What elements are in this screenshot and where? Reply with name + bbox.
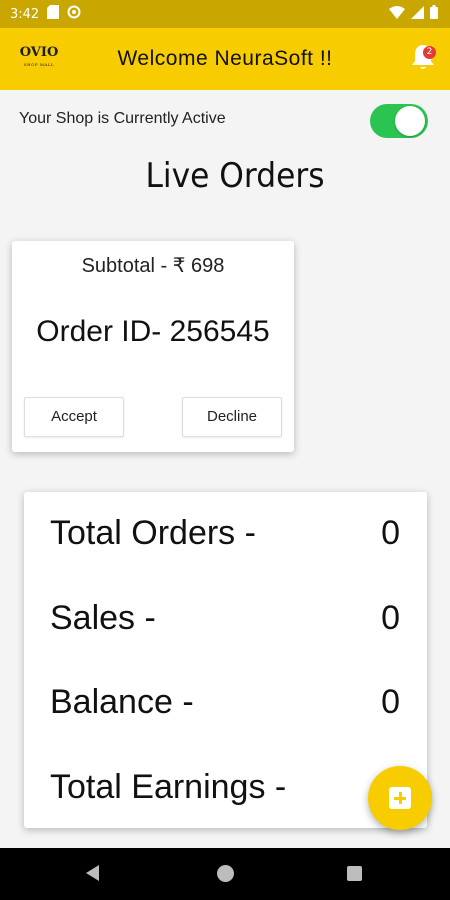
toggle-knob bbox=[395, 106, 425, 136]
order-subtotal: Subtotal - ₹ 698 bbox=[81, 255, 225, 277]
cell-signal-icon bbox=[411, 5, 424, 23]
home-icon[interactable] bbox=[217, 865, 234, 882]
notification-badge: 2 bbox=[423, 46, 436, 59]
welcome-title: Welcome NeuraSoft !! bbox=[117, 47, 333, 70]
stat-label: Total Earnings - bbox=[50, 768, 287, 806]
live-orders-title: Live Orders bbox=[145, 156, 325, 196]
battery-icon bbox=[430, 5, 438, 23]
status-left: 3:42 bbox=[10, 5, 81, 23]
back-icon[interactable] bbox=[86, 865, 99, 881]
wifi-icon bbox=[389, 5, 405, 23]
stat-label: Sales - bbox=[50, 599, 156, 637]
status-time: 3:42 bbox=[10, 6, 40, 22]
stat-sales: Sales - 0 bbox=[50, 599, 400, 639]
app-bar: OVIO SHOP MALL Welcome NeuraSoft !! 2 bbox=[0, 28, 450, 90]
stat-value: 0 bbox=[381, 514, 400, 552]
accept-button[interactable]: Accept bbox=[24, 397, 124, 437]
shop-status-text: Your Shop is Currently Active bbox=[19, 110, 226, 127]
stat-value: 0 bbox=[381, 599, 400, 637]
stat-label: Balance - bbox=[50, 683, 194, 721]
sync-icon bbox=[67, 5, 81, 23]
stat-value: 0 bbox=[381, 683, 400, 721]
logo-subtext: SHOP MALL bbox=[23, 62, 55, 67]
decline-button[interactable]: Decline bbox=[182, 397, 282, 437]
order-card: Subtotal - ₹ 698 Order ID- 256545 Accept… bbox=[12, 241, 294, 452]
stat-total-orders: Total Orders - 0 bbox=[50, 514, 400, 554]
stats-card: Total Orders - 0 Sales - 0 Balance - 0 T… bbox=[24, 492, 427, 828]
status-right bbox=[389, 5, 438, 23]
status-bar: 3:42 bbox=[0, 0, 450, 28]
stat-balance: Balance - 0 bbox=[50, 683, 400, 723]
add-box-icon bbox=[389, 787, 411, 809]
stat-label: Total Orders - bbox=[50, 514, 256, 552]
shop-active-toggle[interactable] bbox=[370, 104, 428, 138]
stat-total-earnings: Total Earnings - bbox=[50, 768, 400, 808]
recents-icon[interactable] bbox=[347, 866, 362, 881]
add-fab-button[interactable] bbox=[368, 766, 432, 830]
app-logo: OVIO SHOP MALL bbox=[14, 45, 64, 71]
system-nav-bar bbox=[0, 848, 450, 900]
order-id: Order ID- 256545 bbox=[36, 315, 270, 348]
notifications-button[interactable]: 2 bbox=[408, 42, 438, 72]
sd-card-icon bbox=[47, 5, 60, 23]
logo-text: OVIO bbox=[19, 45, 59, 60]
